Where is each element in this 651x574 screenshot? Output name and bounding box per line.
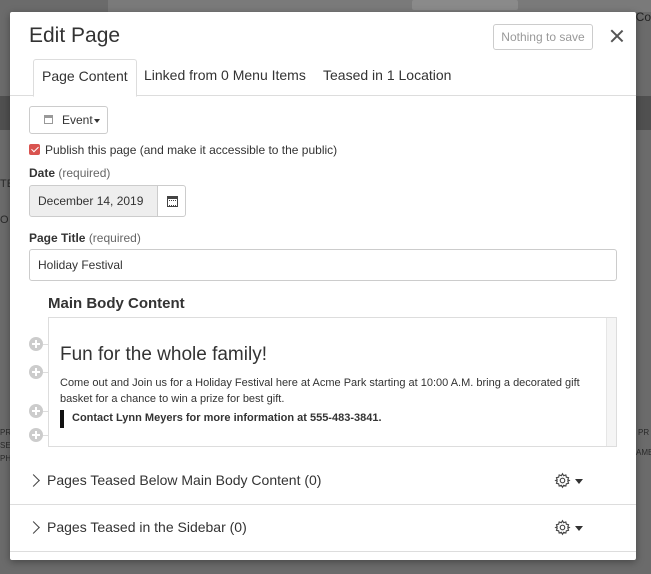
- date-label-text: Date: [29, 166, 56, 180]
- edit-page-modal: Edit Page Nothing to save Page Content L…: [10, 12, 636, 560]
- section-title: Pages Teased Below Main Body Content (0): [47, 472, 322, 488]
- calendar-icon: [44, 115, 53, 124]
- title-required: (required): [88, 231, 141, 245]
- add-block-icon[interactable]: [29, 365, 43, 379]
- date-label: Date (required): [29, 166, 110, 180]
- page-title-field[interactable]: Holiday Festival: [29, 249, 617, 281]
- tab-teased-locations[interactable]: Teased in 1 Location: [315, 59, 459, 96]
- teased-sidebar-section[interactable]: Pages Teased in the Sidebar (0): [10, 505, 636, 552]
- content-paragraph[interactable]: Come out and Join us for a Holiday Festi…: [60, 375, 600, 407]
- save-button[interactable]: Nothing to save: [493, 24, 593, 50]
- page-type-dropdown[interactable]: Event: [29, 106, 108, 134]
- tab-linked-menu-items[interactable]: Linked from 0 Menu Items: [136, 59, 314, 96]
- caret-down-icon[interactable]: [575, 479, 583, 484]
- background-label: O: [0, 214, 9, 226]
- tab-page-content[interactable]: Page Content: [33, 59, 137, 97]
- content-heading[interactable]: Fun for the whole family!: [60, 344, 267, 366]
- add-block-icon[interactable]: [29, 428, 43, 442]
- modal-title: Edit Page: [29, 24, 121, 47]
- body-editor[interactable]: Fun for the whole family! Come out and J…: [48, 317, 617, 447]
- main-body-heading: Main Body Content: [48, 295, 185, 312]
- date-picker-button[interactable]: [157, 185, 186, 217]
- add-block-icon[interactable]: [29, 337, 43, 351]
- chevron-right-icon: [27, 521, 40, 534]
- date-required: (required): [58, 166, 111, 180]
- publish-checkbox[interactable]: [29, 144, 40, 155]
- caret-down-icon: [94, 119, 100, 123]
- editor-scrollbar[interactable]: [606, 318, 616, 446]
- calendar-icon: [167, 196, 178, 207]
- gear-icon[interactable]: [554, 472, 571, 489]
- teased-below-section[interactable]: Pages Teased Below Main Body Content (0): [10, 458, 636, 505]
- background-label: PR: [638, 428, 650, 437]
- background-text: Co: [635, 10, 651, 24]
- page-type-label: Event: [62, 113, 93, 127]
- tab-bar: Page Content Linked from 0 Menu Items Te…: [10, 59, 636, 97]
- gear-icon[interactable]: [554, 519, 571, 536]
- date-field[interactable]: December 14, 2019: [29, 185, 158, 217]
- caret-down-icon[interactable]: [575, 526, 583, 531]
- content-quote[interactable]: Contact Lynn Meyers for more information…: [60, 410, 382, 428]
- add-block-icon[interactable]: [29, 404, 43, 418]
- publish-label: Publish this page (and make it accessibl…: [45, 143, 338, 157]
- chevron-right-icon: [27, 474, 40, 487]
- background-button: [412, 0, 518, 10]
- title-label-text: Page Title: [29, 231, 86, 245]
- background-topbar: [108, 0, 651, 12]
- background-label: AME: [636, 448, 651, 457]
- title-label: Page Title (required): [29, 231, 141, 245]
- section-title: Pages Teased in the Sidebar (0): [47, 519, 247, 535]
- close-icon[interactable]: [608, 27, 626, 45]
